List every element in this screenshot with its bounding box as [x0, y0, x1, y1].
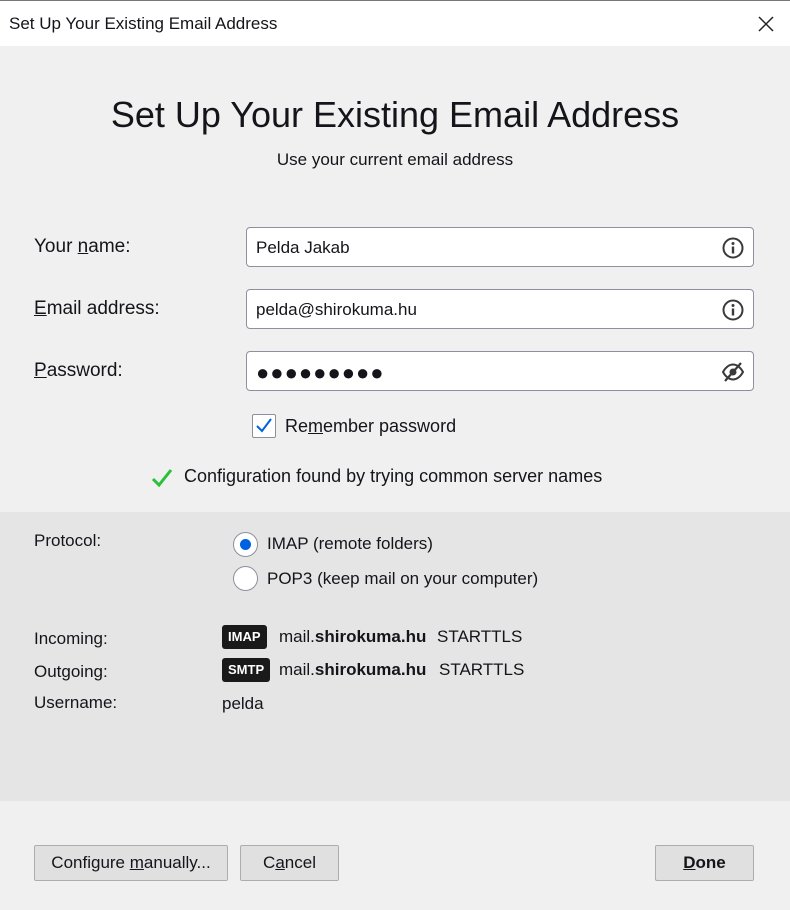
- password-field-value: ●●●●●●●●●: [256, 360, 385, 385]
- email-field-value: pelda@shirokuma.hu: [256, 300, 417, 319]
- email-label: Email address:: [34, 298, 160, 319]
- name-label: Your name:: [34, 236, 131, 257]
- username-value: pelda: [222, 694, 264, 713]
- incoming-label: Incoming:: [34, 629, 108, 648]
- info-icon[interactable]: [721, 236, 745, 260]
- config-found-status: Configuration found by trying common ser…: [184, 466, 603, 486]
- close-icon: [758, 16, 774, 32]
- close-button[interactable]: [749, 9, 783, 39]
- outgoing-label: Outgoing:: [34, 662, 108, 681]
- checkmark-icon: [151, 469, 173, 488]
- page-title: Set Up Your Existing Email Address: [110, 94, 680, 135]
- incoming-security: STARTTLS: [437, 627, 523, 646]
- radio-pop3-label[interactable]: POP3 (keep mail on your computer): [267, 569, 538, 589]
- remember-password-label[interactable]: Remember password: [285, 416, 456, 437]
- cancel-button[interactable]: Cancel: [240, 845, 339, 881]
- incoming-server: mail.shirokuma.hu: [279, 627, 427, 646]
- config-panel: [0, 512, 790, 801]
- outgoing-security: STARTTLS: [439, 660, 525, 679]
- password-label: Password:: [34, 360, 123, 381]
- window-title: Set Up Your Existing Email Address: [9, 14, 278, 33]
- title-bar: Set Up Your Existing Email Address: [0, 0, 790, 46]
- name-field-value: Pelda Jakab: [256, 238, 350, 257]
- imap-badge: IMAP: [222, 625, 267, 649]
- username-label: Username:: [34, 693, 118, 712]
- radio-pop3[interactable]: [233, 566, 258, 591]
- configure-manually-button[interactable]: Configure manually...: [34, 845, 228, 881]
- info-icon[interactable]: [721, 298, 745, 322]
- password-field[interactable]: ●●●●●●●●●: [246, 351, 754, 391]
- radio-imap[interactable]: [233, 532, 258, 557]
- name-field[interactable]: Pelda Jakab: [246, 227, 754, 267]
- protocol-label: Protocol:: [34, 531, 102, 550]
- radio-imap-label[interactable]: IMAP (remote folders): [267, 534, 433, 554]
- eye-slash-icon[interactable]: [721, 360, 745, 384]
- outgoing-server: mail.shirokuma.hu: [279, 660, 427, 679]
- page-subtitle: Use your current email address: [276, 150, 514, 169]
- done-button[interactable]: Done: [655, 845, 754, 881]
- smtp-badge: SMTP: [222, 658, 271, 682]
- remember-password-checkbox[interactable]: [252, 414, 276, 438]
- checkmark-icon: [256, 418, 272, 433]
- email-field[interactable]: pelda@shirokuma.hu: [246, 289, 754, 329]
